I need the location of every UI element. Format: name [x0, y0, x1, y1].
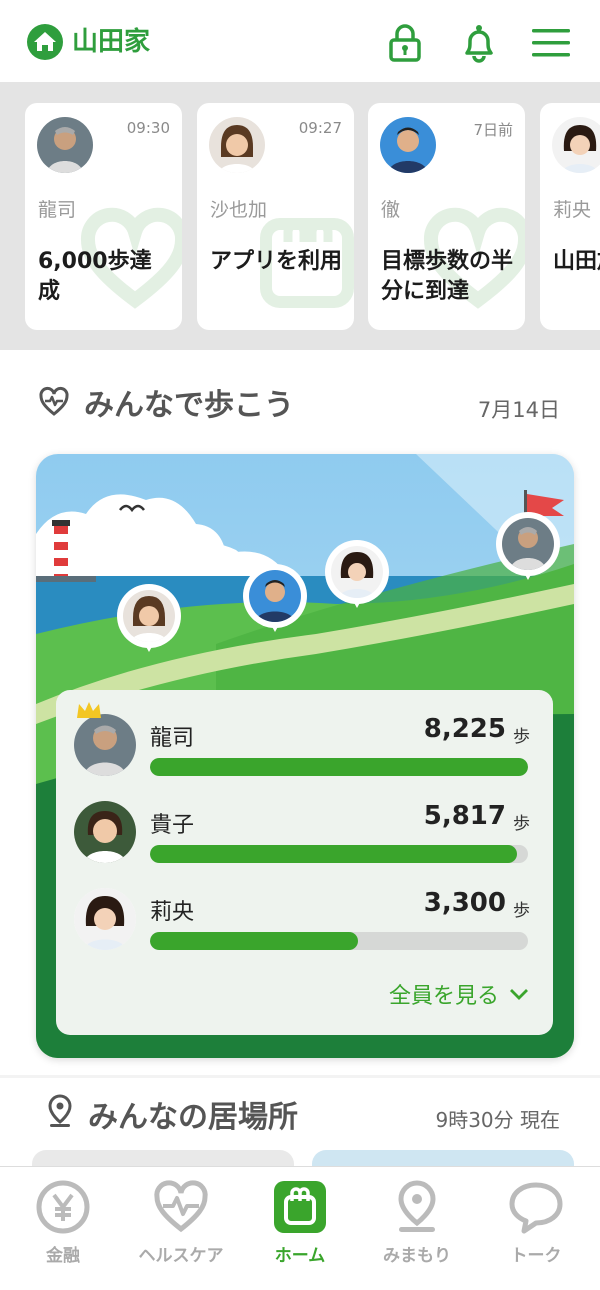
- home-app-icon: [274, 1181, 326, 1233]
- activity-time: 09:27: [298, 119, 342, 137]
- member-map-pin[interactable]: [117, 584, 181, 660]
- activity-card[interactable]: 莉央 山田加: [540, 103, 600, 330]
- location-pin-icon: [48, 1094, 72, 1127]
- member-name: 莉央: [150, 900, 195, 925]
- step-ranking-panel: 龍司 8,225 歩 貴子 5,817 歩 莉央 3,300 歩 全員を見る: [56, 690, 553, 1035]
- menu-icon: [532, 29, 570, 57]
- step-unit: 歩: [513, 901, 530, 921]
- avatar: [37, 117, 93, 173]
- activity-text: 目標歩数の半分に到達: [381, 249, 514, 304]
- heart-pulse-icon: [154, 1180, 208, 1233]
- step-count: 3,300: [423, 888, 506, 918]
- notification-button[interactable]: [454, 18, 504, 68]
- app-header: 山田家: [0, 0, 600, 82]
- location-timestamp: 9時30分 現在: [435, 1108, 560, 1132]
- tab-monitoring[interactable]: みまもり: [362, 1179, 472, 1269]
- see-all-label: 全員を見る: [388, 984, 499, 1009]
- member-map-pin[interactable]: [496, 512, 560, 588]
- activity-member-name: 莉央: [553, 199, 592, 221]
- location-section: みんなの居場所 9時30分 現在: [0, 1078, 600, 1168]
- activity-member-name: 沙也加: [210, 199, 268, 221]
- family-name[interactable]: 山田家: [72, 24, 150, 60]
- tab-label: みまもり: [383, 1246, 451, 1266]
- activity-card[interactable]: 09:30 龍司 6,000歩達成: [25, 103, 182, 330]
- member-name: 龍司: [150, 726, 195, 751]
- step-progress-bar: [150, 932, 528, 950]
- activity-member-name: 龍司: [38, 199, 77, 221]
- step-progress-bar: [150, 758, 528, 776]
- step-count: 8,225: [423, 714, 506, 744]
- avatar: [331, 546, 383, 598]
- chevron-down-icon: [510, 989, 528, 1000]
- activity-member-name: 徹: [381, 199, 401, 221]
- avatar: [74, 888, 136, 950]
- member-map-pin[interactable]: [243, 564, 307, 640]
- section-title: みんなで歩こう: [84, 388, 294, 423]
- home-icon[interactable]: [27, 24, 63, 60]
- tab-talk[interactable]: トーク: [481, 1179, 591, 1269]
- ranking-row[interactable]: 貴子 5,817 歩: [74, 801, 536, 873]
- lock-button[interactable]: [380, 18, 430, 68]
- activity-text: アプリを利用: [210, 249, 343, 274]
- crown-icon: [77, 702, 101, 718]
- avatar: [249, 570, 301, 622]
- activity-text: 山田加: [553, 249, 600, 274]
- tab-label: トーク: [510, 1246, 562, 1266]
- walk-date: 7月14日: [477, 398, 560, 422]
- activity-time: 7日前: [473, 121, 513, 139]
- member-map-pin[interactable]: [325, 540, 389, 616]
- chat-bubble-icon: [509, 1182, 563, 1234]
- step-unit: 歩: [513, 727, 530, 747]
- activity-text: 6,000歩達成: [38, 249, 152, 304]
- walk-scene-card[interactable]: 龍司 8,225 歩 貴子 5,817 歩 莉央 3,300 歩 全員を見る: [36, 454, 574, 1058]
- avatar: [123, 590, 175, 642]
- tab-healthcare[interactable]: ヘルスケア: [126, 1179, 236, 1269]
- tab-label: ヘルスケア: [138, 1246, 224, 1266]
- menu-button[interactable]: [526, 18, 576, 68]
- ranking-row[interactable]: 莉央 3,300 歩: [74, 888, 536, 960]
- bell-icon: [465, 25, 493, 63]
- avatar: [74, 801, 136, 863]
- step-count: 5,817: [423, 801, 506, 831]
- avatar: [209, 117, 265, 173]
- member-name: 貴子: [150, 813, 195, 838]
- tab-label: 金融: [46, 1246, 80, 1266]
- walk-together-section: みんなで歩こう 7月14日 龍司 8,225 歩 貴子 5,817 歩 莉央 3…: [0, 350, 600, 1075]
- see-all-link[interactable]: 全員を見る: [389, 978, 529, 1010]
- avatar: [552, 117, 600, 173]
- step-progress-bar: [150, 845, 528, 863]
- tab-home[interactable]: ホーム: [245, 1179, 355, 1269]
- step-unit: 歩: [513, 814, 530, 834]
- lock-icon: [389, 24, 421, 62]
- activity-card[interactable]: 09:27 沙也加 アプリを利用: [197, 103, 354, 330]
- location-pin-icon: [398, 1180, 436, 1232]
- activity-card[interactable]: 7日前 徹 目標歩数の半分に到達: [368, 103, 525, 330]
- heart-pulse-icon: [39, 387, 69, 416]
- section-title: みんなの居場所: [88, 1100, 298, 1135]
- activity-time: 09:30: [126, 119, 170, 137]
- avatar: [74, 714, 136, 776]
- tab-finance[interactable]: 金融: [8, 1179, 118, 1269]
- avatar: [502, 518, 554, 570]
- activity-feed[interactable]: 09:30 龍司 6,000歩達成 09:27 沙也加 アプリを利用 7日前 徹…: [0, 82, 600, 350]
- tab-label: ホーム: [274, 1246, 326, 1266]
- avatar: [380, 117, 436, 173]
- ranking-row[interactable]: 龍司 8,225 歩: [74, 702, 536, 786]
- yen-icon: [36, 1180, 90, 1234]
- bottom-tab-bar: 金融 ヘルスケア ホーム みまもり トーク: [0, 1166, 600, 1290]
